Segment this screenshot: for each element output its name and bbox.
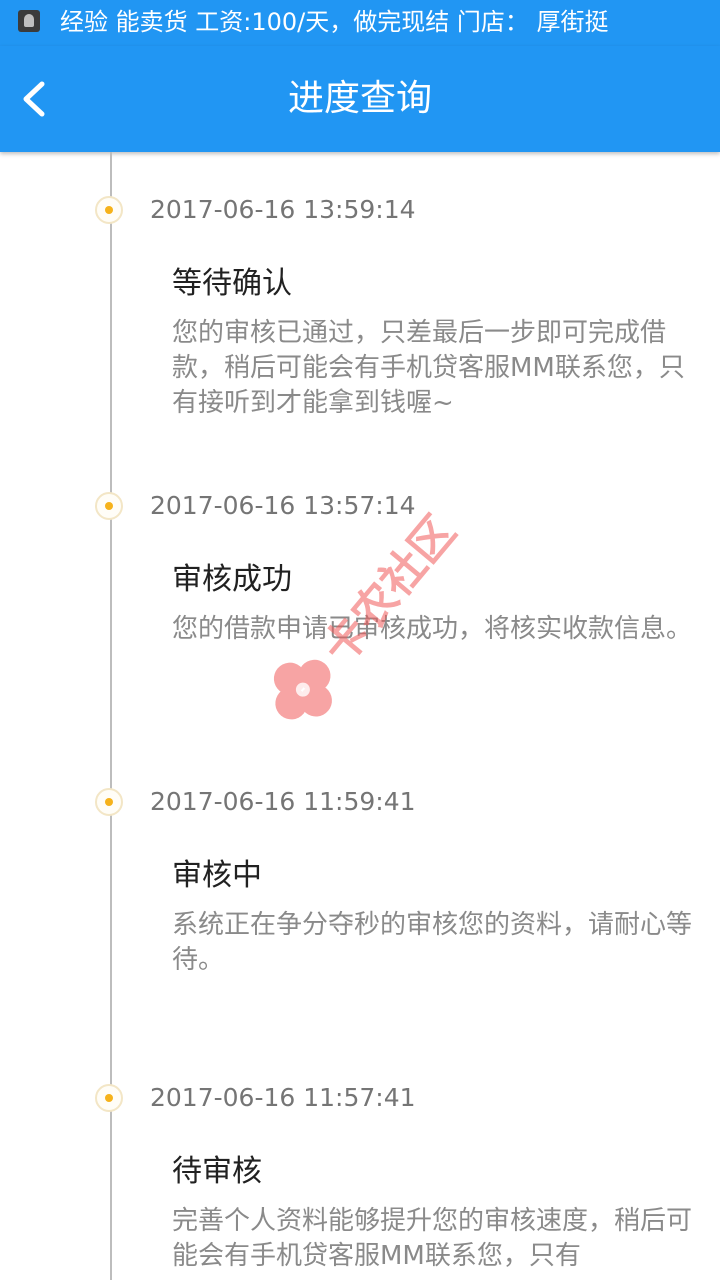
entry-status-title: 等待确认 bbox=[172, 266, 292, 301]
entry-description: 您的审核已通过，只差最后一步即可完成借款，稍后可能会有手机贷客服MM联系您，只有… bbox=[172, 318, 685, 418]
page-title: 进度查询 bbox=[287, 78, 432, 119]
timeline-dot-icon bbox=[95, 492, 123, 520]
timeline-dot-icon bbox=[95, 196, 123, 224]
status-ticker-text: 经验 能卖货 工资:100/天，做完现结 门店： 厚街挺 bbox=[60, 8, 609, 36]
progress-timeline: 2017-06-16 13:59:14 等待确认 您的审核已通过，只差最后一步即… bbox=[0, 152, 720, 1280]
entry-description: 完善个人资料能够提升您的审核速度，稍后可能会有手机贷客服MM联系您，只有 bbox=[172, 1206, 693, 1271]
notification-app-icon bbox=[18, 10, 40, 32]
entry-status-title: 审核成功 bbox=[172, 562, 292, 597]
entry-status-title: 待审核 bbox=[172, 1154, 262, 1189]
entry-time: 2017-06-16 11:57:41 bbox=[150, 1083, 416, 1112]
timeline-dot-icon bbox=[95, 788, 123, 816]
entry-time: 2017-06-16 13:59:14 bbox=[150, 195, 416, 224]
entry-time: 2017-06-16 11:59:41 bbox=[150, 787, 416, 816]
app-header: 进度查询 bbox=[0, 46, 720, 152]
entry-status-title: 审核中 bbox=[172, 858, 262, 893]
entry-description: 您的借款申请已审核成功，将核实收款信息。 bbox=[172, 614, 693, 644]
entry-description: 系统正在争分夺秒的审核您的资料，请耐心等待。 bbox=[172, 910, 693, 975]
entry-time: 2017-06-16 13:57:14 bbox=[150, 491, 416, 520]
timeline-dot-icon bbox=[95, 1084, 123, 1112]
status-bar: 经验 能卖货 工资:100/天，做完现结 门店： 厚街挺 bbox=[0, 0, 720, 46]
